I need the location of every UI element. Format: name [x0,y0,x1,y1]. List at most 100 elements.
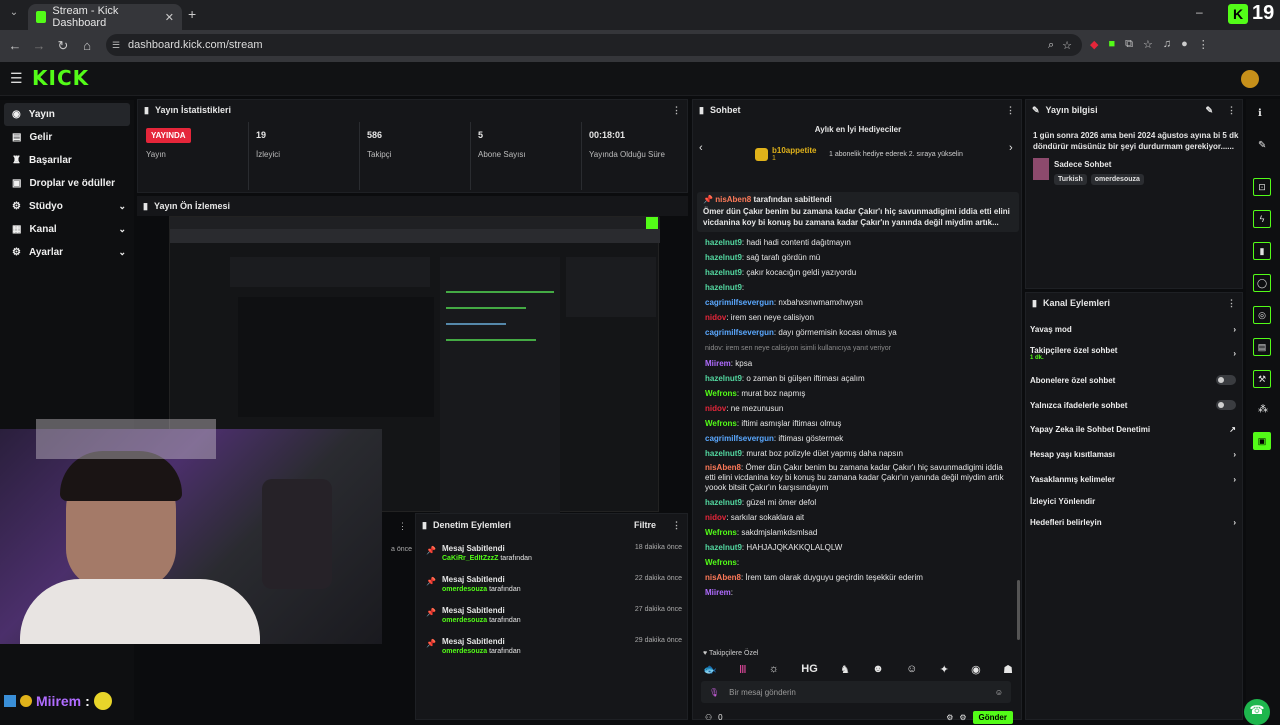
category-name[interactable]: Sadece Sohbet [1054,160,1111,169]
bookmark-star-icon[interactable]: ☆ [1062,39,1072,52]
chat-message[interactable]: hazelnut9: murat boz polizyle düet yapmı… [693,446,1011,461]
mod-action-user[interactable]: CaKiRr_EdItZzzZ [442,555,498,562]
chat-message[interactable]: hazelnut9: [693,280,1011,295]
chat-message[interactable]: nisAben8: Ömer dün Çakır benim bu zamana… [693,463,1011,493]
chat-username[interactable]: cagrimilfsevergun [705,328,774,337]
edit-stream-info-icon[interactable]: ✎ [1205,105,1213,116]
subs-only-toggle[interactable] [1216,375,1236,385]
new-tab-button[interactable]: + [188,6,196,22]
user-avatar[interactable] [1241,70,1259,88]
favorites-icon[interactable]: ☆ [1143,38,1153,51]
channel-action-account-age[interactable]: Hesap yaşı kısıtlaması › [1030,450,1236,459]
chat-username[interactable]: nisAben8 [705,463,741,472]
channel-action-ai-moderation[interactable]: Yapay Zeka ile Sohbet Denetimi ↗ [1030,425,1236,434]
top-gifter[interactable]: b10appetite 1 [755,146,816,162]
chat-reply-hint[interactable]: nidov: irem sen neye calisiyon isimli ku… [693,340,1011,356]
emote-hg[interactable]: HG [801,663,818,676]
preview-dots-icon[interactable]: ⋮ [398,521,407,532]
forward-icon[interactable]: → [32,39,46,53]
chat-input[interactable]: 🎙 Bir mesaj gönderin ☺ [701,681,1011,703]
info-icon[interactable]: ℹ [1258,108,1262,119]
channel-action-followers-only[interactable]: Takipçilere özel sohbet 1 dk. › [1030,346,1236,361]
channel-action-raid[interactable]: İzleyici Yönlendir [1030,497,1236,506]
chat-scrollbar[interactable] [1017,580,1020,640]
chat-message[interactable]: Wefrons: iftimi asmışlar iftiması olmuş [693,416,1011,431]
kick-app-icon[interactable]: ▣ [1253,432,1271,450]
sidebar-item-studyo[interactable]: ⚙ Stüdyo ⌄ [0,195,134,218]
emote-icon[interactable]: ☻ [872,663,884,676]
chat-username[interactable]: hazelnut9 [705,253,742,262]
tag-chip[interactable]: Turkish [1054,174,1087,185]
chat-username[interactable]: Wefrons [705,528,737,537]
close-tab-icon[interactable]: ✕ [165,11,174,24]
chat-message[interactable]: cagrimilfsevergun: iftiması göstermek [693,431,1011,446]
emote-icon[interactable]: ☼ [769,663,779,676]
emote-icon[interactable]: ☺ [906,663,917,676]
category-thumbnail[interactable] [1033,158,1049,180]
chat-message[interactable]: Miirem: kpsa [693,356,1011,371]
browser-tab[interactable]: Stream - Kick Dashboard ✕ [28,4,182,30]
channel-action-goals[interactable]: Hedefleri belirleyin › [1030,518,1236,527]
edit-icon[interactable]: ✎ [1258,140,1266,151]
chat-username[interactable]: Wefrons [705,558,737,567]
sidebar-item-droplar[interactable]: ▣ Droplar ve ödüller [0,172,134,195]
channel-action-banned-words[interactable]: Yasaklanmış kelimeler › [1030,475,1236,484]
media-icon[interactable]: ♫ [1163,38,1171,51]
sidebar-item-basarilar[interactable]: ♜ Başarılar [0,149,134,172]
emote-icon[interactable]: ◉ [971,663,981,676]
filter-button[interactable]: Filtre [634,520,656,530]
back-icon[interactable]: ← [8,39,22,53]
emotes-only-toggle[interactable] [1216,400,1236,410]
stats-menu-icon[interactable]: ⋮ [672,105,681,116]
hamburger-menu-icon[interactable]: ☰ [10,70,23,87]
wrench-icon[interactable]: ⚒ [1253,370,1271,388]
chat-message[interactable]: hazelnut9: HAHJAJQKAKKQLALQLW [693,540,1011,555]
chat-menu-icon[interactable]: ⋮ [1006,105,1015,116]
tag-chip[interactable]: omerdesouza [1090,174,1144,185]
chat-username[interactable]: hazelnut9 [705,283,742,292]
channel-action-slow-mode[interactable]: Yavaş mod › [1030,325,1236,334]
profile-avatar-icon[interactable]: ● [1181,38,1188,51]
chat-username[interactable]: Wefrons [705,419,737,428]
sidebar-item-ayarlar[interactable]: ⚙ Ayarlar ⌄ [0,241,134,264]
mod-actions-menu-icon[interactable]: ⋮ [672,520,681,531]
channel-action-emotes-only[interactable]: Yalnızca ifadelerle sohbet [1030,400,1236,410]
chat-message[interactable]: nidov: irem sen neye calisiyon [693,310,1011,325]
chat-message[interactable]: nidov: sarkılar sokaklara ait [693,510,1011,525]
document-icon[interactable]: ▮ [1253,242,1271,260]
emote-icon[interactable]: ♞ [840,663,850,676]
channel-action-subs-only[interactable]: Abonelere özel sohbet [1030,375,1236,385]
extensions-puzzle-icon[interactable]: ⧉ [1125,38,1133,51]
home-icon[interactable]: ⌂ [80,39,94,53]
chat-message[interactable]: nidov: ne mezunusun [693,401,1011,416]
browser-menu-icon[interactable]: ⋮ [1198,38,1209,51]
site-info-icon[interactable]: ☰ [112,40,120,51]
nodes-icon[interactable]: ⁂ [1258,404,1268,415]
chat-settings-icon[interactable]: ⚙ [946,713,953,722]
channel-actions-menu-icon[interactable]: ⋮ [1227,298,1236,309]
chat-username[interactable]: nidov [705,513,726,522]
chat-username[interactable]: hazelnut9 [705,543,742,552]
help-fab-icon[interactable]: ☎ [1244,699,1270,725]
chat-username[interactable]: cagrimilfsevergun [705,434,774,443]
sidebar-item-gelir[interactable]: ▤ Gelir [0,126,134,149]
mod-action-user[interactable]: omerdesouza [442,617,487,624]
emote-icon[interactable]: Ⅲ [739,663,747,676]
camera-icon[interactable]: ⊡ [1253,178,1271,196]
chat-message[interactable]: hazelnut9: çakır kocacığın geldi yazıyor… [693,265,1011,280]
gifters-prev-icon[interactable]: ‹ [699,142,703,154]
gifters-next-icon[interactable]: › [1009,142,1013,154]
mod-action-user[interactable]: omerdesouza [442,586,487,593]
chat-message[interactable]: cagrimilfsevergun: nxbahxsnwmamxhwysn [693,295,1011,310]
pinned-message[interactable]: 📌 nisAben8 tarafından sabitlendi Ömer dü… [697,192,1019,232]
minimize-icon[interactable]: – [1196,5,1203,19]
mic-icon[interactable]: 🎙 [709,688,719,697]
chat-username[interactable]: hazelnut9 [705,374,742,383]
chat-message[interactable]: hazelnut9: hadi hadi contenti dağıtmayın [693,235,1011,250]
chat-username[interactable]: nidov [705,404,726,413]
send-button[interactable]: Gönder [972,711,1013,724]
emote-icon[interactable]: ☗ [1003,663,1013,676]
chat-gear-icon[interactable]: ⚙ [959,713,966,722]
chat-username[interactable]: nisAben8 [705,573,741,582]
chat-message[interactable]: Miirem: [693,585,1011,600]
